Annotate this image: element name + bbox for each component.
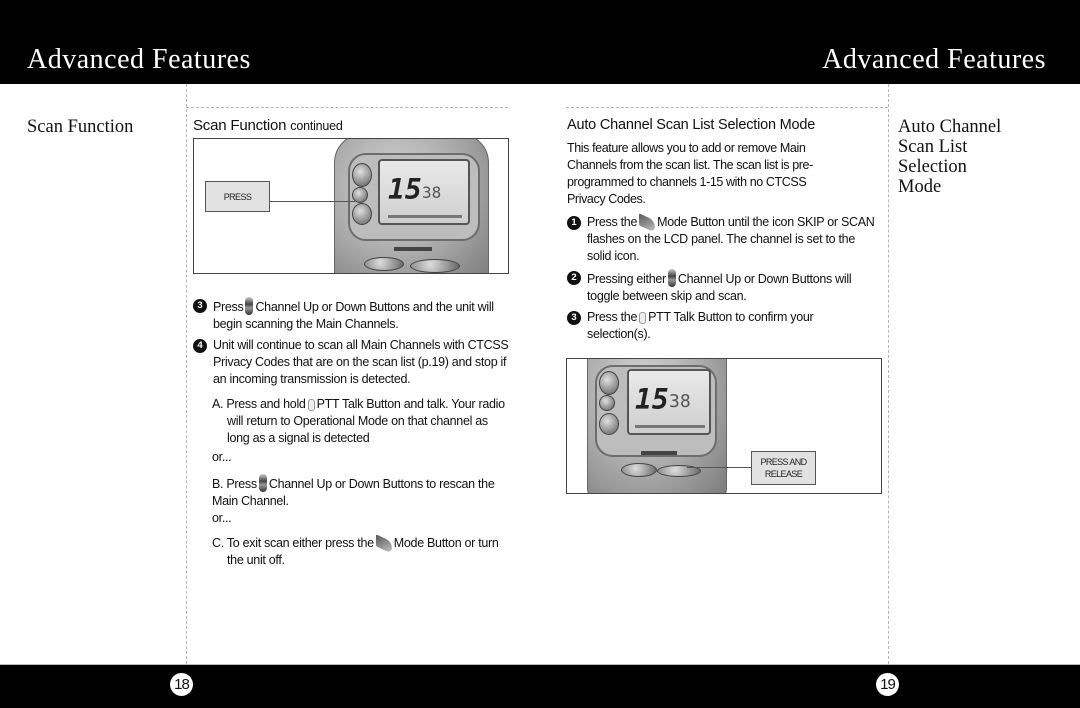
left-side-title: Scan Function — [27, 117, 133, 137]
release-leader-line — [687, 467, 751, 468]
channel-button-icon — [245, 297, 254, 315]
lcd-screen: 15 38 — [378, 159, 470, 225]
brand-label — [641, 451, 677, 455]
press-and-release-callout: PRESS AND RELEASE — [751, 451, 816, 485]
side-title-line: Auto Channel — [898, 117, 1002, 137]
option-c: C. To exit scan either press the Mode But… — [193, 534, 509, 569]
channel-button-icon — [258, 474, 267, 492]
or-separator: or... — [212, 511, 232, 525]
channel-down-button — [599, 413, 619, 435]
radio-device-image: 15 38 — [334, 139, 494, 273]
side-title-line: Scan List — [898, 137, 968, 157]
lcd-indicator-row — [388, 215, 462, 218]
channel-up-button — [599, 371, 619, 395]
right-page-header-title: Advanced Features — [822, 44, 1046, 75]
lcd-code: 38 — [669, 391, 691, 412]
section-title-suffix: continued — [290, 119, 343, 133]
right-step-3: 3 Press the PTT Talk Button to confirm yo… — [567, 309, 879, 343]
left-page-header-title: Advanced Features — [27, 44, 251, 75]
step-number-badge: 4 — [193, 339, 207, 353]
right-steps: 1 Press the Mode Button until the icon SK… — [567, 213, 879, 347]
right-intro-paragraph: This feature allows you to add or remove… — [567, 141, 813, 206]
step-text: Unit will continue to scan all Main Chan… — [213, 338, 509, 386]
step-text: Press the — [587, 215, 638, 229]
step-number-badge: 3 — [193, 299, 207, 313]
right-step-1: 1 Press the Mode Button until the icon SK… — [567, 213, 879, 265]
ptt-button — [364, 257, 404, 271]
lower-button — [410, 259, 460, 273]
option-b: B. Press Channel Up or Down Buttons to re… — [193, 474, 509, 510]
step-number-badge: 1 — [567, 216, 581, 230]
callout-line: PRESS AND — [760, 457, 807, 467]
step-number-badge: 3 — [567, 311, 581, 325]
footer-bar — [0, 664, 1080, 708]
press-channel-figure: 15 38 PRESS — [193, 138, 509, 274]
right-section-rule — [566, 107, 888, 108]
channel-down-button — [352, 203, 372, 225]
lcd-code: 38 — [422, 183, 442, 202]
section-title-main: Scan Function — [193, 117, 287, 134]
step-text: Press the — [587, 310, 638, 324]
press-and-release-figure: 15 38 PRESS AND RELEASE — [566, 358, 882, 494]
right-step-2: 2 Pressing either Channel Up or Down Butt… — [567, 269, 879, 305]
press-leader-line — [270, 201, 355, 202]
side-title-line: Mode — [898, 177, 942, 197]
step-text: Pressing either — [587, 272, 666, 286]
callout-line: RELEASE — [764, 469, 803, 479]
lcd-channel: 15 — [388, 173, 422, 206]
press-callout: PRESS — [205, 181, 270, 212]
mode-button-icon — [639, 213, 656, 233]
option-a: A. Press and hold PTT Talk Button and tal… — [193, 396, 509, 447]
option-text: A. Press and hold — [212, 397, 306, 411]
or-separator: or... — [212, 450, 232, 464]
brand-label — [394, 247, 432, 251]
ptt-button — [621, 463, 657, 477]
mode-button — [599, 395, 615, 411]
step-text: Press — [213, 300, 244, 314]
left-section-title: Scan Function continued — [193, 117, 343, 134]
lcd-indicator-row — [635, 425, 705, 428]
ptt-button-icon — [307, 399, 315, 411]
right-section-title: Auto Channel Scan List Selection Mode — [567, 117, 816, 133]
left-section-rule — [186, 107, 508, 108]
left-step-4: 4 Unit will continue to scan all Main Ch… — [193, 337, 509, 388]
channel-button-icon — [667, 269, 676, 287]
left-column-divider — [186, 84, 187, 664]
lcd-screen: 15 38 — [627, 369, 711, 435]
page-number-left: 18 — [170, 673, 193, 696]
left-step-3: 3 Press Channel Up or Down Buttons and th… — [193, 297, 509, 333]
option-text: B. Press — [212, 477, 257, 491]
step-number-badge: 2 — [567, 271, 581, 285]
right-side-title: Auto Channel Scan List Selection Mode — [898, 117, 1001, 197]
channel-up-button — [352, 163, 372, 187]
mode-button-icon — [375, 534, 392, 554]
option-text: C. To exit scan either press the — [212, 536, 374, 550]
right-column-divider — [888, 84, 889, 664]
side-title-line: Selection — [898, 157, 967, 177]
step-text: Channel Up or Down Buttons and the unit … — [213, 300, 494, 331]
lcd-channel: 15 — [635, 383, 669, 416]
side-title-line: Scan Function — [27, 117, 134, 137]
left-steps: 3 Press Channel Up or Down Buttons and th… — [193, 297, 509, 571]
ptt-button-icon — [639, 312, 647, 324]
page-number-right: 19 — [876, 673, 899, 696]
radio-device-image: 15 38 — [587, 359, 727, 493]
